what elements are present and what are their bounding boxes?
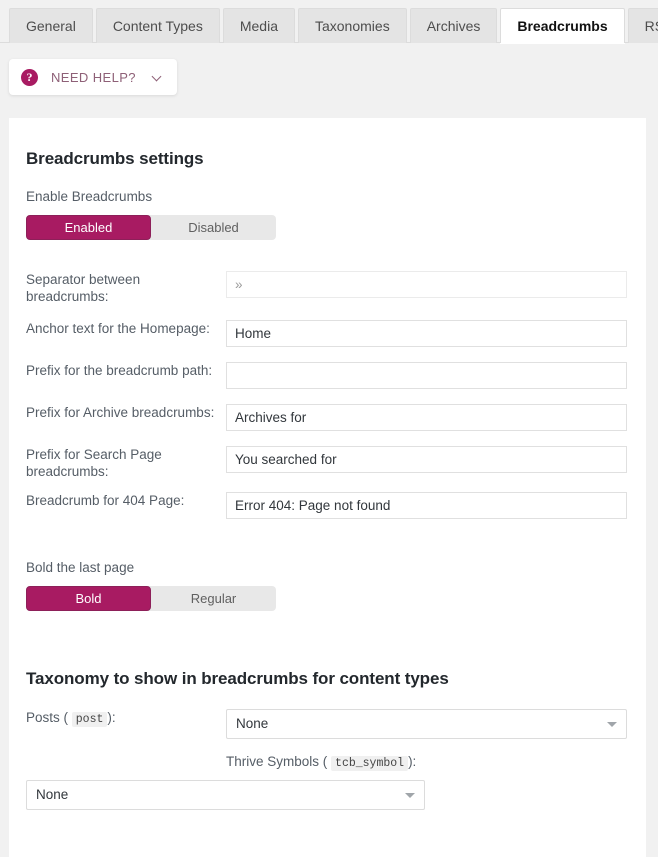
field-row-search-prefix: Prefix for Search Page breadcrumbs: — [26, 446, 628, 480]
taxonomy-symbols-select[interactable]: None — [26, 780, 425, 810]
tab-media[interactable]: Media — [222, 8, 295, 43]
taxonomy-posts-select-wrap: None — [226, 709, 627, 739]
separator-label: Separator between breadcrumbs: — [26, 272, 141, 304]
field-row-404: Breadcrumb for 404 Page: — [26, 492, 628, 519]
homepage-anchor-label: Anchor text for the Homepage: — [26, 321, 210, 336]
tab-taxonomies[interactable]: Taxonomies — [297, 8, 407, 43]
need-help-button[interactable]: ? NEED HELP? — [9, 59, 177, 95]
homepage-anchor-input[interactable] — [226, 320, 627, 347]
tab-general[interactable]: General — [9, 8, 93, 43]
tab-breadcrumbs[interactable]: Breadcrumbs — [500, 8, 625, 43]
tab-archives[interactable]: Archives — [409, 8, 498, 43]
question-mark-circle-icon: ? — [21, 68, 38, 86]
tab-rss[interactable]: RSS — [627, 8, 658, 43]
field-row-homepage-anchor: Anchor text for the Homepage: — [26, 320, 628, 347]
breadcrumb-404-label: Breadcrumb for 404 Page: — [26, 493, 185, 508]
bold-last-page-toggle[interactable]: Bold Regular — [26, 586, 276, 611]
enable-breadcrumbs-option-disabled[interactable]: Disabled — [151, 215, 276, 240]
need-help-label: NEED HELP? — [51, 69, 136, 85]
path-prefix-label: Prefix for the breadcrumb path: — [26, 363, 213, 378]
settings-tab-bar: General Content Types Media Taxonomies A… — [0, 0, 658, 43]
breadcrumbs-settings-title: Breadcrumbs settings — [26, 149, 204, 168]
taxonomy-posts-label: Posts ( post): — [26, 709, 226, 728]
bold-last-page-option-regular[interactable]: Regular — [151, 586, 276, 611]
path-prefix-input[interactable] — [226, 362, 627, 389]
enable-breadcrumbs-option-enabled[interactable]: Enabled — [26, 215, 151, 240]
taxonomy-section-title: Taxonomy to show in breadcrumbs for cont… — [26, 669, 449, 688]
enable-breadcrumbs-label: Enable Breadcrumbs — [26, 189, 153, 204]
taxonomy-symbols-select-wrap: None — [26, 780, 425, 810]
taxonomy-symbols-code: tcb_symbol — [331, 756, 409, 771]
panel-content: Breadcrumbs settings Enable Breadcrumbs … — [9, 149, 646, 857]
tab-content-types[interactable]: Content Types — [95, 8, 220, 43]
tab-list: General Content Types Media Taxonomies A… — [0, 0, 658, 43]
taxonomy-symbols-label: Thrive Symbols ( tcb_symbol): — [26, 754, 628, 771]
bold-last-page-label: Bold the last page — [26, 560, 135, 575]
taxonomy-symbols-label-suffix: ): — [408, 754, 417, 769]
enable-breadcrumbs-toggle[interactable]: Enabled Disabled — [26, 215, 276, 240]
taxonomy-posts-code: post — [71, 712, 108, 727]
archive-prefix-input[interactable] — [226, 404, 627, 431]
taxonomy-symbols-label-prefix: Thrive Symbols ( — [226, 754, 328, 769]
field-row-path-prefix: Prefix for the breadcrumb path: — [26, 362, 628, 389]
chevron-down-icon — [152, 72, 163, 83]
taxonomy-row-posts: Posts ( post): None — [26, 709, 628, 739]
taxonomy-posts-select[interactable]: None — [226, 709, 627, 739]
search-prefix-input[interactable] — [226, 446, 627, 473]
separator-input[interactable] — [226, 271, 627, 298]
taxonomy-posts-label-prefix: Posts ( — [26, 710, 69, 725]
search-prefix-label: Prefix for Search Page breadcrumbs: — [26, 447, 162, 479]
archive-prefix-label: Prefix for Archive breadcrumbs: — [26, 405, 215, 420]
breadcrumb-404-input[interactable] — [226, 492, 627, 519]
taxonomy-posts-label-suffix: ): — [107, 710, 116, 725]
field-row-archive-prefix: Prefix for Archive breadcrumbs: — [26, 404, 628, 431]
breadcrumbs-settings-panel: Breadcrumbs settings Enable Breadcrumbs … — [9, 118, 646, 857]
field-row-separator: Separator between breadcrumbs: — [26, 271, 628, 305]
bold-last-page-option-bold[interactable]: Bold — [26, 586, 151, 611]
